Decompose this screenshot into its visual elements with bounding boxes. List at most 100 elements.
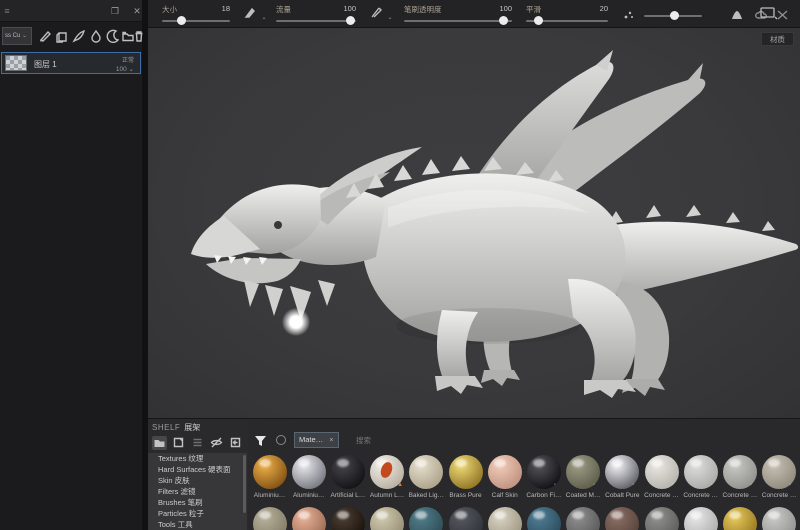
shelf-category-tools[interactable]: Tools 工具 <box>148 519 247 530</box>
material-type-badge: ◦ <box>710 482 713 488</box>
shelf-search-input[interactable] <box>356 432 506 448</box>
shelf-category-skin[interactable]: Skin 皮肤 <box>148 475 247 486</box>
material-thumb-row1-6[interactable]: Calf Skin <box>485 455 524 499</box>
material-thumb-row2-10[interactable] <box>642 507 681 530</box>
material-thumb-row2-1[interactable] <box>289 507 328 530</box>
material-type-badge: ◦ <box>593 482 596 488</box>
material-thumb-row2-6[interactable] <box>485 507 524 530</box>
material-thumb-row2-8[interactable] <box>564 507 603 530</box>
material-thumb-row2-12[interactable] <box>720 507 759 530</box>
close-panel-icon[interactable]: ✕ <box>132 6 142 16</box>
material-label: Aluminiu… <box>292 492 325 499</box>
delete-layer-icon[interactable] <box>132 29 146 43</box>
material-thumb-row1-7[interactable]: ◦ Carbon Fi… <box>524 455 563 499</box>
shelf-panel: SHELF 展架 Textures 纹理 Hard Surfaces 硬表面 Skin… <box>148 418 800 530</box>
material-thumb-row1-10[interactable]: ◦ Concrete … <box>642 455 681 499</box>
material-thumb-row1-8[interactable]: ◦ Coated M… <box>564 455 603 499</box>
pen-tool-icon[interactable] <box>38 29 52 43</box>
brush-cursor <box>282 308 310 336</box>
material-thumb-row2-9[interactable] <box>603 507 642 530</box>
brush-flow-slider[interactable] <box>276 16 356 25</box>
material-thumb-row2-3[interactable] <box>368 507 407 530</box>
import-resource-icon[interactable] <box>228 436 243 450</box>
layer-row[interactable]: 图层 1 正常 100 ⌄ <box>1 52 141 74</box>
material-type-badge: ◦ <box>553 482 557 488</box>
shelf-category-brushes[interactable]: Brushes 笔刷 <box>148 497 247 508</box>
brush-preset-icon[interactable]: ⌄ <box>244 6 266 24</box>
mask-moon-icon[interactable] <box>106 29 120 44</box>
fill-drop-icon[interactable] <box>89 29 103 43</box>
material-label: Carbon Fi… <box>526 492 562 499</box>
material-thumb-row2-13[interactable] <box>760 507 799 530</box>
shelf-content: Mate…× Aluminiu…Aluminiu…Artificial L…▲A… <box>248 419 800 530</box>
material-thumb-row1-4[interactable]: Baked Lig… <box>407 455 446 499</box>
material-label: Coated M… <box>565 492 601 499</box>
shelf-category-filters[interactable]: Filters 滤镜 <box>148 486 247 497</box>
category-scrollbar[interactable] <box>243 455 246 513</box>
material-thumb-row1-5[interactable]: Brass Pure <box>446 455 485 499</box>
brush-size-control: 大小 18 <box>162 2 230 26</box>
brush-opacity-value: 100 <box>499 4 512 13</box>
app-window: ≡ ❐ ✕ ss Cu ⌄ 图层 1 正常 100 ⌄ 大小 18 ⌄ 流量 1… <box>0 0 800 530</box>
layer-blend-dropdown[interactable]: ss Cu ⌄ <box>2 27 32 45</box>
display-mode-chip[interactable]: 材质 <box>761 32 794 46</box>
material-thumb-row2-2[interactable] <box>328 507 367 530</box>
brush-flow-label: 流量 <box>276 5 291 14</box>
material-thumb-row1-9[interactable]: ◦ Cobalt Pure <box>603 455 642 499</box>
material-thumb-row1-3[interactable]: ▲ Autumn L… <box>368 455 407 499</box>
filter-chip-material[interactable]: Mate… × <box>294 432 339 448</box>
tab-shelf[interactable]: SHELF 展架 <box>152 421 200 434</box>
new-item-icon[interactable] <box>171 436 186 450</box>
brush-size-slider[interactable] <box>162 16 230 25</box>
material-thumb-row2-4[interactable] <box>407 507 446 530</box>
feather-brush-icon[interactable] <box>72 29 86 43</box>
chip-close-icon[interactable]: × <box>329 435 333 444</box>
brush-smooth-control: 平滑 20 <box>526 2 608 26</box>
layer-thumbnail[interactable] <box>5 55 27 71</box>
eye-slash-icon[interactable] <box>209 436 224 450</box>
material-thumb-row1-11[interactable]: ◦ Concrete … <box>681 455 720 499</box>
brush-size-label: 大小 <box>162 5 177 14</box>
material-thumb-row1-2[interactable]: Artificial L… <box>328 455 367 499</box>
flame-badge-icon: ▲ <box>397 482 404 488</box>
material-thumb-row2-0[interactable] <box>250 507 289 530</box>
pressure-pen-icon[interactable]: ⌄ <box>370 6 392 24</box>
material-label: Concrete … <box>761 492 797 499</box>
viewport-3d[interactable]: 材质 <box>148 28 800 418</box>
panel-grip-icon: ≡ <box>4 6 10 16</box>
material-type-badge: ◦ <box>632 482 635 488</box>
filter-funnel-icon[interactable] <box>254 434 267 452</box>
float-panel-icon[interactable]: ❐ <box>110 6 120 16</box>
list-view-icon[interactable] <box>190 436 205 450</box>
material-thumb-row2-5[interactable] <box>446 507 485 530</box>
material-label: Baked Lig… <box>408 492 444 499</box>
brush-toolbar: 大小 18 ⌄ 流量 100 ⌄ 笔刷透明度 100 平滑 20 <box>148 0 800 28</box>
material-type-badge: ◦ <box>671 482 674 488</box>
material-thumb-row1-13[interactable]: ◦ Concrete … <box>760 455 799 499</box>
material-thumb-row1-1[interactable]: Aluminiu… <box>289 455 328 499</box>
material-thumb-row1-0[interactable]: Aluminiu… <box>250 455 289 499</box>
shelf-category-textures[interactable]: Textures 纹理 <box>148 453 247 464</box>
material-label: Calf Skin <box>491 492 518 499</box>
material-label: Artificial L… <box>330 492 366 499</box>
brush-size-value: 18 <box>221 4 230 13</box>
brush-smooth-slider[interactable] <box>526 16 608 25</box>
layer-blend-mode[interactable]: 正常 <box>122 55 134 64</box>
brush-opacity-slider[interactable] <box>404 16 512 25</box>
material-thumb-row2-11[interactable] <box>681 507 720 530</box>
material-thumb-row2-7[interactable] <box>524 507 563 530</box>
material-thumb-row1-12[interactable]: ◦ Concrete … <box>720 455 759 499</box>
brush-opacity-label: 笔刷透明度 <box>404 5 442 14</box>
spray-particles-icon[interactable] <box>622 8 635 26</box>
materials-grid: Aluminiu… Aluminiu… Artificial L… ▲ Autumn L… <box>250 453 800 530</box>
shelf-category-hard-surfaces[interactable]: Hard Surfaces 硬表面 <box>148 464 247 475</box>
duplicate-layer-icon[interactable] <box>55 29 69 43</box>
layers-toolbar: ss Cu ⌄ <box>0 24 143 50</box>
filter-circle-icon[interactable] <box>276 435 286 445</box>
falloff-hill-icon[interactable] <box>730 8 744 26</box>
extra-slider[interactable] <box>644 11 702 20</box>
viewport-display-icon[interactable] <box>760 6 778 25</box>
layer-opacity-value[interactable]: 100 ⌄ <box>116 65 134 73</box>
folder-view-icon[interactable] <box>152 436 167 450</box>
shelf-category-particles[interactable]: Particles 粒子 <box>148 508 247 519</box>
